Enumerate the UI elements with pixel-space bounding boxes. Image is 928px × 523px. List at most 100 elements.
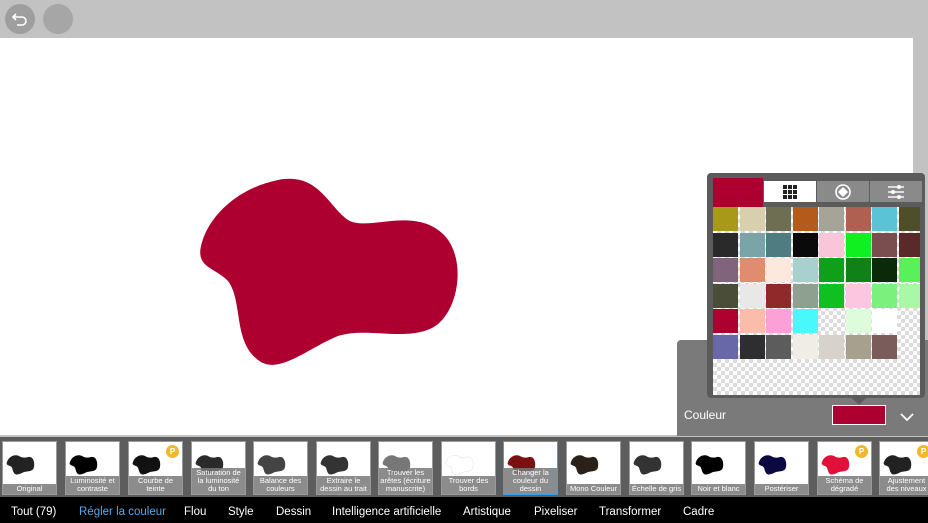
color-picker-button[interactable] [832, 405, 886, 425]
tab-swatch-grid[interactable] [764, 181, 817, 202]
color-swatch[interactable] [766, 283, 791, 308]
color-swatch[interactable] [713, 232, 738, 257]
color-swatch[interactable] [792, 309, 818, 333]
category-tab[interactable]: Tout (79) [11, 506, 56, 518]
color-swatch[interactable] [792, 258, 818, 282]
undo-button[interactable] [5, 4, 35, 34]
color-swatch[interactable] [845, 258, 871, 282]
color-swatch[interactable] [739, 232, 765, 257]
color-swatch[interactable] [739, 283, 765, 308]
category-tab[interactable]: Flou [184, 506, 206, 518]
color-swatch[interactable] [872, 283, 897, 308]
filter-label: Changer la couleur du dessin [504, 468, 557, 494]
color-swatch[interactable] [713, 258, 738, 282]
color-swatch[interactable] [792, 283, 818, 308]
color-swatch[interactable] [898, 258, 920, 282]
tab-color-wheel[interactable] [817, 181, 870, 202]
color-swatch[interactable] [899, 335, 921, 359]
category-tab[interactable]: Intelligence artificielle [332, 506, 441, 518]
color-swatch[interactable] [739, 309, 765, 333]
color-swatch[interactable] [766, 232, 791, 257]
filter-label: Luminosité et contraste [66, 476, 119, 494]
color-swatch[interactable] [898, 232, 920, 257]
filter-label: Trouver des bords [442, 476, 495, 494]
color-swatch[interactable] [819, 207, 844, 231]
color-swatch[interactable] [899, 309, 921, 333]
color-swatch[interactable] [792, 334, 818, 359]
color-swatch[interactable] [898, 283, 920, 308]
color-swatch[interactable] [819, 283, 844, 308]
color-swatch-grid [713, 207, 920, 395]
color-swatch[interactable] [713, 334, 738, 359]
filter-item[interactable]: Original [2, 441, 57, 495]
red-blob-shape[interactable] [198, 176, 460, 368]
filter-thumbnail [883, 455, 912, 475]
color-swatch[interactable] [792, 207, 818, 231]
category-tab[interactable]: Cadre [683, 506, 714, 518]
color-swatch[interactable] [872, 334, 897, 359]
color-swatch[interactable] [872, 309, 897, 333]
color-swatch[interactable] [872, 232, 897, 257]
color-swatch[interactable] [845, 232, 871, 257]
filter-thumbnail [758, 455, 787, 475]
toolbar-secondary-button[interactable] [43, 4, 73, 34]
category-tab[interactable]: Pixeliser [534, 506, 577, 518]
filter-label: Ajustement des niveaux [880, 476, 928, 494]
category-tab[interactable]: Artistique [463, 506, 511, 518]
filter-item[interactable]: Trouver les arêtes (écriture manuscrite) [378, 441, 433, 495]
color-swatch[interactable] [713, 309, 738, 333]
color-swatch[interactable] [819, 334, 844, 359]
filter-item[interactable]: Changer la couleur du dessin [503, 441, 558, 495]
category-tab[interactable]: Transformer [599, 506, 661, 518]
filter-item[interactable]: Luminosité et contraste [65, 441, 120, 495]
color-label: Couleur [684, 408, 727, 422]
color-swatch[interactable] [739, 334, 765, 359]
filter-item[interactable]: Saturation de la luminosité du ton [191, 441, 246, 495]
color-swatch[interactable] [739, 258, 765, 282]
category-tab[interactable]: Régler la couleur [79, 506, 166, 518]
filter-item[interactable]: P Schéma de dégradé [817, 441, 872, 495]
category-tab[interactable]: Style [228, 506, 254, 518]
category-tab[interactable]: Dessin [276, 506, 311, 518]
filter-label: Mono Couleur [567, 484, 620, 494]
app-root: Couleur Original Luminosité et contraste… [0, 0, 928, 523]
color-swatch[interactable] [845, 207, 871, 231]
filter-label: Postériser [755, 484, 808, 494]
premium-badge-icon: P [166, 445, 179, 458]
color-swatch[interactable] [766, 258, 791, 282]
color-swatch[interactable] [766, 334, 791, 359]
filter-label: Trouver les arêtes (écriture manuscrite) [379, 468, 432, 494]
swatch-grid-inner [713, 207, 920, 359]
color-swatch[interactable] [819, 309, 844, 333]
palette-pointer [851, 397, 867, 405]
filter-item[interactable]: Balance des couleurs [253, 441, 308, 495]
color-swatch[interactable] [898, 207, 920, 231]
filter-item[interactable]: Postériser [754, 441, 809, 495]
color-swatch[interactable] [792, 232, 818, 257]
filter-label: Saturation de la luminosité du ton [192, 468, 245, 494]
filter-item[interactable]: P Courbe de teinte [128, 441, 183, 495]
color-swatch[interactable] [845, 309, 871, 333]
color-swatch[interactable] [845, 334, 871, 359]
color-swatch[interactable] [819, 232, 844, 257]
color-swatch[interactable] [766, 207, 791, 231]
filter-thumbnail [445, 455, 474, 475]
color-swatch[interactable] [845, 283, 871, 308]
color-swatch[interactable] [713, 207, 738, 231]
color-swatch[interactable] [739, 207, 765, 231]
color-swatch[interactable] [872, 207, 897, 231]
filter-item[interactable]: Extraire le dessin au trait [316, 441, 371, 495]
filter-label: Schéma de dégradé [818, 476, 871, 494]
filter-item[interactable]: Trouver des bords [441, 441, 496, 495]
color-swatch[interactable] [766, 309, 791, 333]
tab-sliders[interactable] [870, 181, 922, 202]
filter-thumbnail [257, 455, 286, 475]
filter-item[interactable]: Échelle de gris [629, 441, 684, 495]
filter-item[interactable]: Mono Couleur [566, 441, 621, 495]
color-swatch[interactable] [713, 283, 738, 308]
filter-item[interactable]: Noir et blanc [691, 441, 746, 495]
chevron-down-icon[interactable] [899, 410, 915, 424]
filter-item[interactable]: P Ajustement des niveaux [879, 441, 928, 495]
color-swatch[interactable] [872, 258, 897, 282]
color-swatch[interactable] [819, 258, 844, 282]
